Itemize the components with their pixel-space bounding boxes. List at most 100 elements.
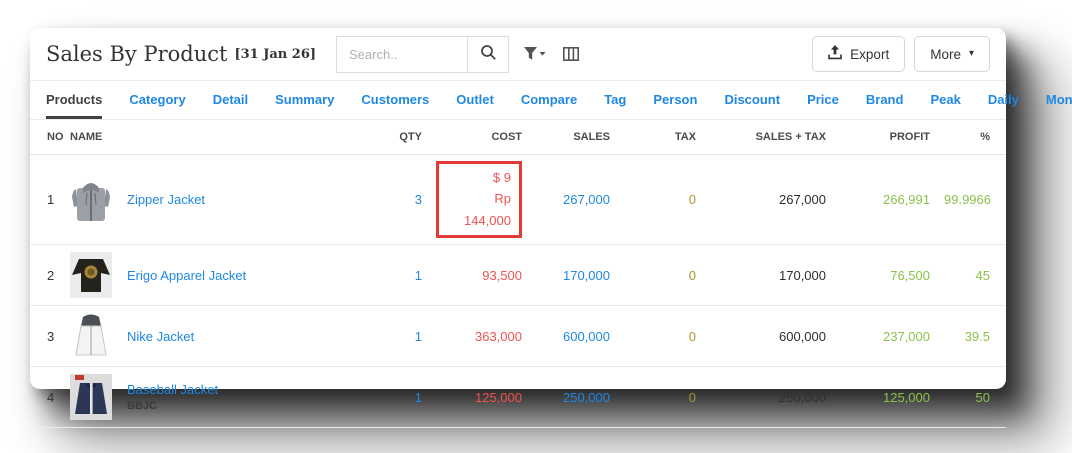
tab-peak[interactable]: Peak — [930, 81, 960, 119]
row-number: 4 — [30, 366, 70, 429]
sales-by-product-panel: Sales By Product [31 Jan 26] Search.. Ex… — [30, 28, 1072, 429]
product-name-link[interactable]: Nike Jacket — [127, 329, 194, 344]
tax-value: 0 — [624, 244, 710, 307]
tab-daily[interactable]: Daily — [988, 81, 1019, 119]
tab-person[interactable]: Person — [653, 81, 697, 119]
qty-value[interactable]: 1 — [372, 244, 436, 307]
table-row: 1 Zipper Jacket 3 $ 9 Rp 144,000 267,000 0 267,… — [30, 154, 1006, 246]
profit-value: 125,000 — [840, 366, 944, 429]
date-badge: [31 Jan 26] — [234, 46, 317, 62]
cost-line: $ 9 — [492, 170, 511, 185]
table-row: 4 Baseball Jacket BBJC 1 125,000 250,000 0 250,… — [30, 366, 1006, 429]
cost-value: $ 9 Rp 144,000 — [436, 154, 536, 246]
export-label: Export — [850, 46, 890, 62]
search-icon — [480, 44, 497, 64]
report-tabs: Products Category Detail Summary Customers Ou… — [30, 81, 1072, 120]
percent-value: 45 — [944, 244, 1006, 307]
table-header-row: NO NAME QTY COST SALES TAX SALES + TAX PROFIT% — [30, 120, 1006, 155]
more-label: More — [930, 46, 961, 62]
page: Sales By Product [31 Jan 26] Search.. Ex… — [0, 0, 1072, 453]
more-button[interactable]: More ▾ — [914, 36, 990, 72]
export-icon — [828, 45, 842, 63]
erigo-apparel-jacket-thumbnail — [70, 252, 112, 299]
panel-header: Sales By Product [31 Jan 26] Search.. Ex… — [30, 28, 1006, 81]
row-number: 1 — [30, 154, 70, 246]
tab-summary[interactable]: Summary — [275, 81, 334, 119]
caret-down-icon: ▾ — [968, 48, 974, 59]
product-name-link[interactable]: Erigo Apparel Jacket — [127, 268, 246, 283]
sales-value[interactable]: 267,000 — [536, 154, 624, 246]
row-number: 2 — [30, 244, 70, 307]
tab-list: Products Category Detail Summary Customers Ou… — [46, 81, 1072, 119]
cost-line: 363,000 — [475, 328, 522, 344]
product-cell: Baseball Jacket BBJC — [70, 366, 372, 429]
cost-line: 93,500 — [482, 267, 522, 283]
column-header-profit[interactable]: PROFIT — [840, 120, 944, 155]
profit-value: 237,000 — [840, 305, 944, 368]
page-title: Sales By Product — [46, 42, 228, 66]
sales-value[interactable]: 600,000 — [536, 305, 624, 368]
search-button[interactable] — [467, 36, 509, 72]
tab-monthly[interactable]: Monthly — [1046, 81, 1072, 119]
sales-plus-tax-value: 250,000 — [710, 366, 840, 429]
column-header-tax[interactable]: TAX — [624, 120, 710, 155]
column-header-qty[interactable]: QTY — [372, 120, 436, 155]
header-actions: Export More ▾ — [812, 36, 990, 72]
tab-products[interactable]: Products — [46, 81, 103, 119]
tax-value: 0 — [624, 154, 710, 246]
column-header-no[interactable]: NO — [30, 120, 70, 155]
table-row: 3 Nike Jacket 1 363,000 600,000 0 600,000 237,0… — [30, 305, 1006, 368]
cost-value: 363,000 — [436, 305, 536, 368]
filter-icon[interactable] — [524, 47, 548, 61]
qty-value[interactable]: 1 — [372, 366, 436, 429]
qty-value[interactable]: 3 — [372, 154, 436, 246]
export-button[interactable]: Export — [812, 36, 906, 72]
cost-highlight-box: $ 9 Rp 144,000 — [436, 161, 522, 239]
product-name-link[interactable]: Zipper Jacket — [127, 192, 205, 207]
percent-value: 99.9966 — [944, 154, 1006, 246]
product-cell: Erigo Apparel Jacket — [70, 244, 372, 307]
sales-value[interactable]: 250,000 — [536, 366, 624, 429]
row-number: 3 — [30, 305, 70, 368]
table-body: 1 Zipper Jacket 3 $ 9 Rp 144,000 267,000 0 267,… — [30, 154, 1006, 429]
column-header-cost[interactable]: COST — [436, 120, 536, 155]
columns-icon[interactable] — [563, 47, 580, 61]
sales-value[interactable]: 170,000 — [536, 244, 624, 307]
column-header-%[interactable]: % — [944, 120, 1006, 155]
tax-value: 0 — [624, 366, 710, 429]
profit-value: 266,991 — [840, 154, 944, 246]
product-subtitle: BBJC — [127, 400, 157, 413]
product-cell: Zipper Jacket — [70, 154, 372, 246]
tax-value: 0 — [624, 305, 710, 368]
cost-value: 93,500 — [436, 244, 536, 307]
cost-line: 125,000 — [475, 389, 522, 405]
search-input[interactable] — [337, 36, 468, 72]
column-header-name[interactable]: NAME — [70, 120, 372, 155]
tab-tag[interactable]: Tag — [604, 81, 626, 119]
percent-value: 39.5 — [944, 305, 1006, 368]
tab-compare[interactable]: Compare — [521, 81, 577, 119]
zipper-jacket-thumbnail — [70, 177, 112, 223]
tab-price[interactable]: Price — [807, 81, 839, 119]
product-cell: Nike Jacket — [70, 305, 372, 368]
table-row: 2 Erigo Apparel Jacket 1 93,500 170,000 0 170,… — [30, 244, 1006, 307]
sales-plus-tax-value: 267,000 — [710, 154, 840, 246]
tab-brand[interactable]: Brand — [866, 81, 904, 119]
tab-category[interactable]: Category — [129, 81, 185, 119]
column-header-sales-tax[interactable]: SALES + TAX — [710, 120, 840, 155]
cost-line: Rp 144,000 — [464, 191, 511, 228]
sales-table: NO NAME QTY COST SALES TAX SALES + TAX PROFIT% … — [30, 120, 1006, 429]
tab-outlet[interactable]: Outlet — [456, 81, 494, 119]
tab-discount[interactable]: Discount — [724, 81, 780, 119]
search-box — [336, 35, 510, 73]
qty-value[interactable]: 1 — [372, 305, 436, 368]
nike-jacket-thumbnail — [70, 313, 112, 360]
percent-value: 50 — [944, 366, 1006, 429]
sales-plus-tax-value: 600,000 — [710, 305, 840, 368]
tab-customers[interactable]: Customers — [361, 81, 429, 119]
tab-detail[interactable]: Detail — [213, 81, 248, 119]
baseball-jacket-thumbnail — [70, 374, 112, 421]
product-name-link[interactable]: Baseball Jacket — [127, 382, 218, 397]
column-header-sales[interactable]: SALES — [536, 120, 624, 155]
profit-value: 76,500 — [840, 244, 944, 307]
